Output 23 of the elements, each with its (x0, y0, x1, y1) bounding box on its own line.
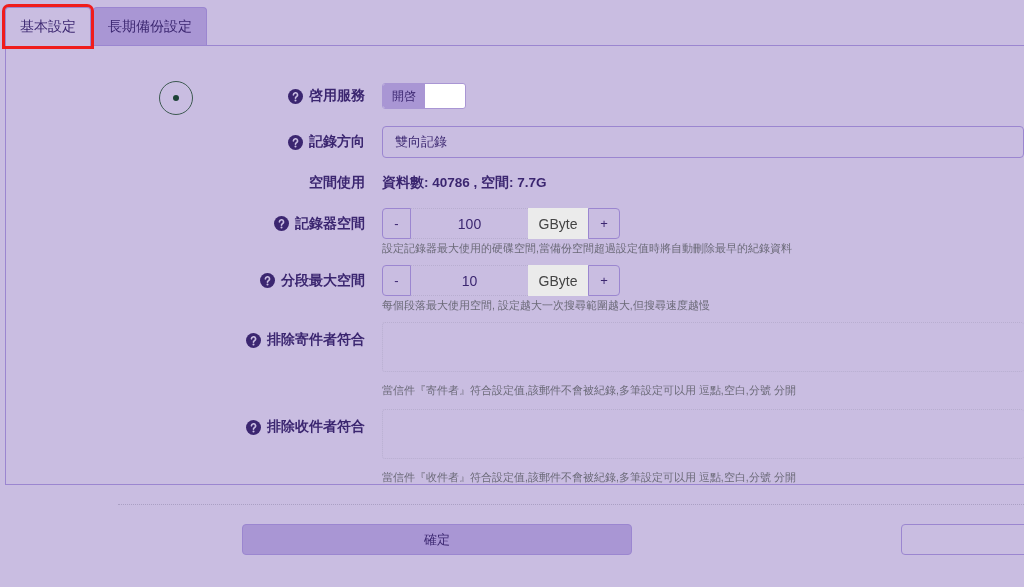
usage-text: 資料數: 40786 , 空間: 7.7G (382, 174, 547, 192)
field-label: 排除收件者符合 (267, 418, 365, 436)
hint-text: 當信件『收件者』符合設定值,該郵件不會被紀錄,多筆設定可以用 逗點,空白,分號 分開 (382, 471, 796, 483)
confirm-button[interactable]: 確定 (242, 524, 632, 555)
field-label: 記錄方向 (309, 133, 365, 151)
unit-label: GByte (528, 208, 588, 239)
tab[interactable]: 長期備份設定 (93, 7, 207, 45)
plus-button[interactable]: + (588, 265, 620, 296)
field-label: 啓用服務 (309, 87, 365, 105)
tab[interactable]: 基本設定 (5, 7, 91, 46)
hint-text: 每個段落最大使用空間, 設定越大一次搜尋範圍越大,但搜尋速度越慢 (382, 299, 710, 311)
select-field[interactable]: 雙向記錄 (382, 126, 1024, 158)
field-label: 排除寄件者符合 (267, 331, 365, 349)
plus-button[interactable]: + (588, 208, 620, 239)
field-label: 空間使用 (309, 174, 365, 192)
toggle-switch[interactable]: 開啓 (382, 83, 466, 109)
hint-text: 當信件『寄件者』符合設定值,該郵件不會被紀錄,多筆設定可以用 逗點,空白,分號 分開 (382, 384, 796, 396)
minus-button[interactable]: - (382, 208, 411, 239)
field-label: 分段最大空間 (281, 271, 365, 290)
minus-button[interactable]: - (382, 265, 411, 296)
field-label: 記錄器空間 (295, 214, 365, 233)
unit-label: GByte (528, 265, 588, 296)
hint-text: 設定記錄器最大使用的硬碟空間,當備份空間超過設定值時將自動刪除最早的紀錄資料 (382, 242, 792, 254)
